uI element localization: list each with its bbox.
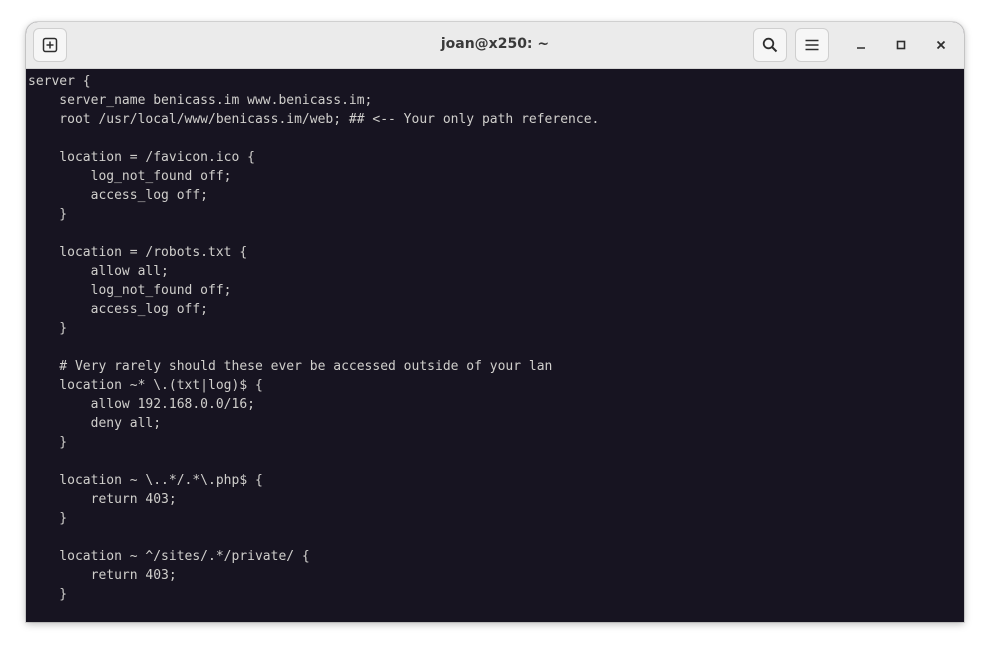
terminal-line: return 403; (28, 568, 177, 583)
terminal-line: access_log off; (28, 188, 209, 203)
minimize-icon (857, 47, 865, 49)
terminal-window: joan@x250: ~ server {server_name benica… (26, 22, 964, 622)
terminal-line: location = /robots.txt { (28, 245, 248, 260)
terminal-line: log_not_found off; (28, 169, 232, 184)
terminal-line: access_log off; (28, 302, 209, 317)
menu-button[interactable] (795, 28, 829, 62)
terminal-line: log_not_found off; (28, 283, 232, 298)
close-icon (936, 40, 946, 50)
terminal-line: } (28, 207, 68, 222)
terminal-line: location = /favicon.ico { (28, 150, 255, 165)
search-button[interactable] (753, 28, 787, 62)
terminal-line: location ~* \.(txt|log)$ { (28, 378, 263, 393)
terminal-line: } (28, 511, 68, 526)
hamburger-menu-icon (805, 39, 819, 51)
terminal-line: server { (28, 74, 91, 89)
search-icon (762, 37, 778, 53)
terminal-line: # Very rarely should these ever be acces… (28, 359, 553, 374)
terminal-line: } (28, 435, 68, 450)
maximize-button[interactable] (890, 34, 912, 56)
terminal-content[interactable]: server { server_name benicass.im www.ben… (26, 70, 964, 622)
terminal-line: server_name benicass.im www.benicass.im; (28, 93, 373, 108)
terminal-line: } (28, 587, 68, 602)
terminal-line: return 403; (28, 492, 177, 507)
terminal-output[interactable]: server { server_name benicass.im www.ben… (28, 72, 964, 604)
terminal-line: root /usr/local/www/benicass.im/web; ## … (28, 112, 600, 127)
maximize-icon (896, 40, 906, 50)
minimize-button[interactable] (850, 34, 872, 56)
terminal-line: allow all; (28, 264, 169, 279)
terminal-line: deny all; (28, 416, 162, 431)
terminal-line: location ~ \..*/.*\.php$ { (28, 473, 263, 488)
header-bar: joan@x250: ~ (26, 22, 964, 69)
close-button[interactable] (930, 34, 952, 56)
terminal-line: } (28, 321, 68, 336)
terminal-line: allow 192.168.0.0/16; (28, 397, 255, 412)
terminal-line: location ~ ^/sites/.*/private/ { (28, 549, 310, 564)
